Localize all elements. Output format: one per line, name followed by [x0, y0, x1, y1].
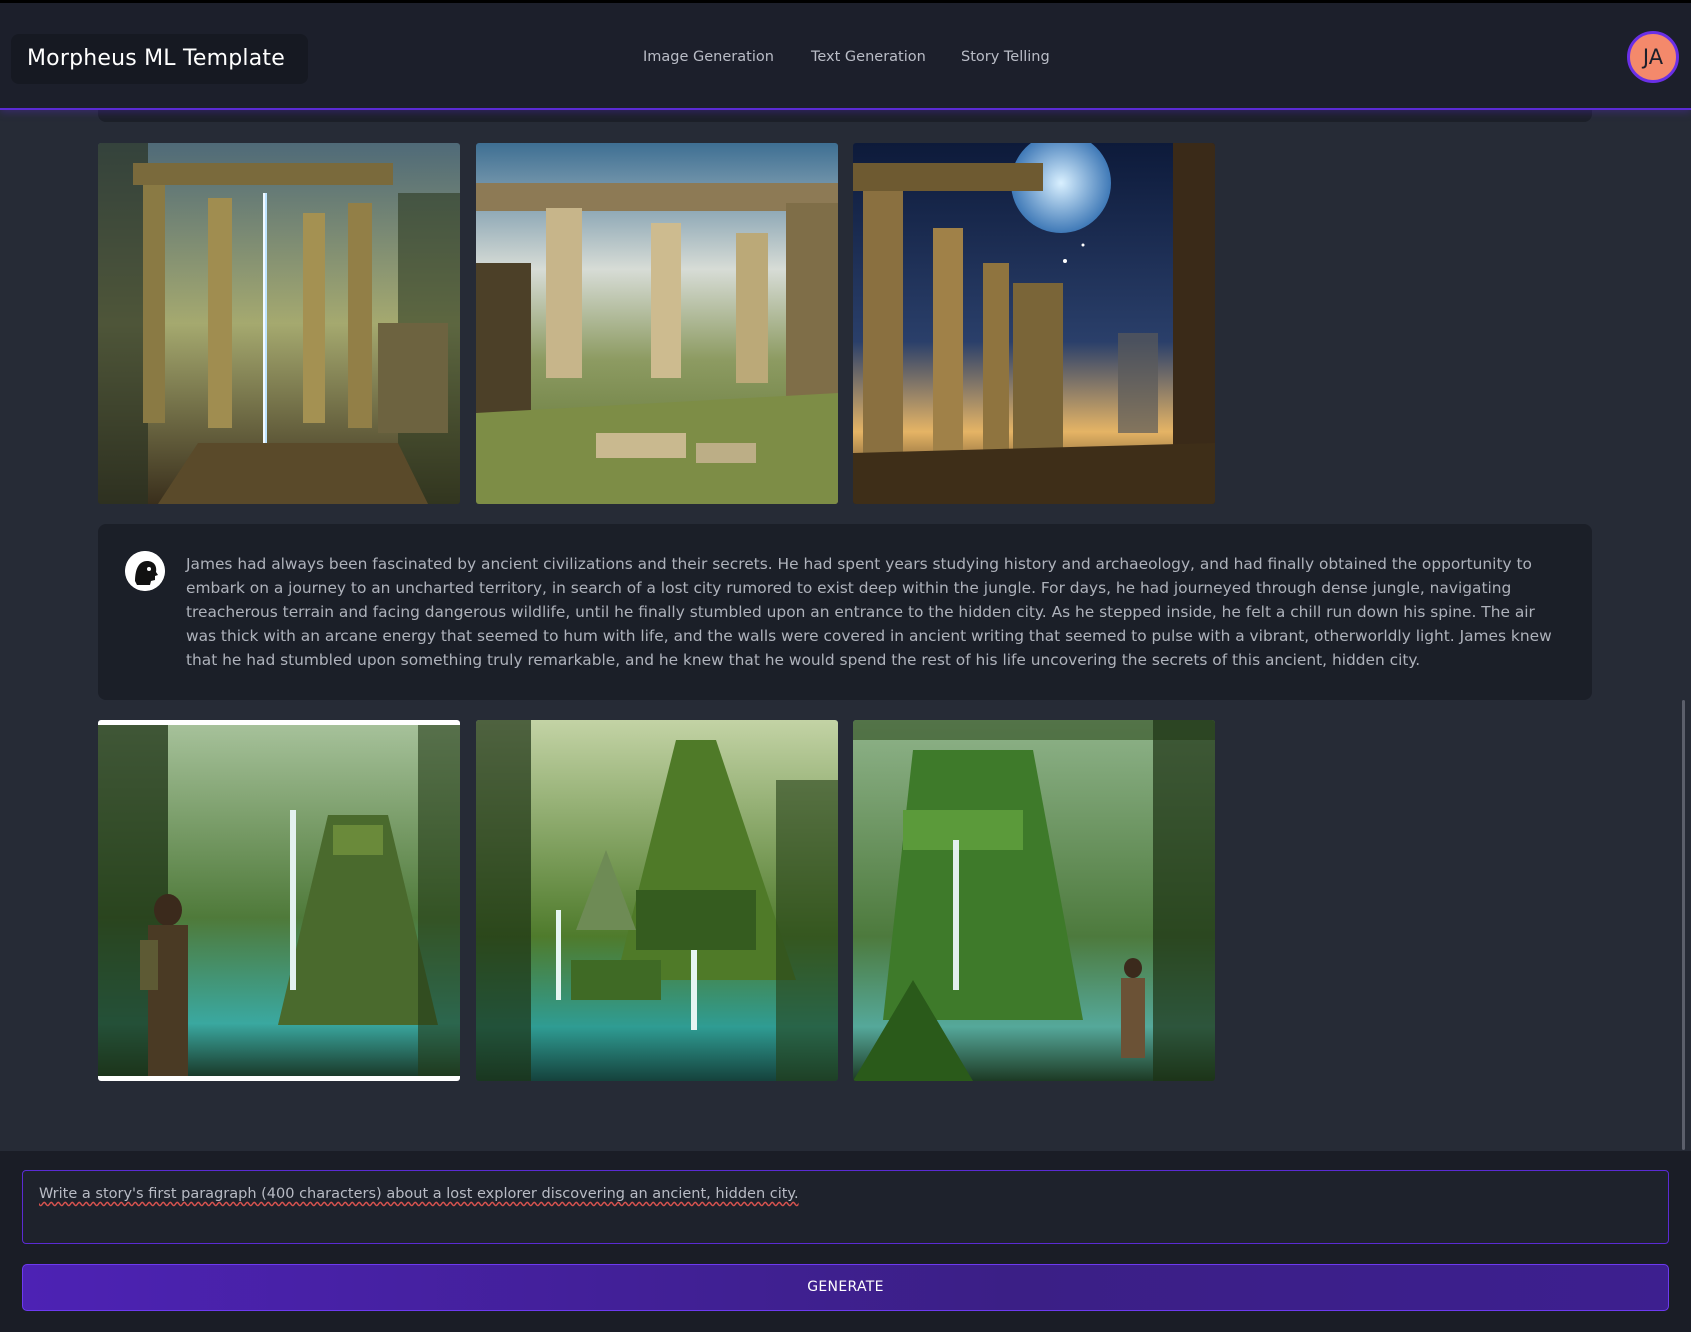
nav-image-generation[interactable]: Image Generation	[643, 49, 774, 65]
ruins-temple-waterfall-image[interactable]	[98, 143, 460, 504]
story-message-card: James had always been fascinated by anci…	[98, 524, 1592, 700]
jungle-pyramid-explorer-image[interactable]	[98, 720, 460, 1081]
ruins-moon-night-image[interactable]	[853, 143, 1215, 504]
jungle-ruins-explorer-image[interactable]	[853, 720, 1215, 1081]
prompt-text: Write a story's first paragraph (400 cha…	[39, 1186, 799, 1202]
bot-avatar-icon	[125, 551, 165, 591]
story-text: James had always been fascinated by anci…	[186, 555, 1552, 669]
user-avatar[interactable]: JA	[1627, 31, 1679, 83]
ruins-colonnade-image[interactable]	[476, 143, 838, 504]
generate-button[interactable]: GENERATE	[22, 1264, 1669, 1311]
prompt-input[interactable]: Write a story's first paragraph (400 cha…	[22, 1170, 1669, 1244]
jungle-temple-waterfall-image[interactable]	[476, 720, 838, 1081]
page-scrollbar[interactable]	[1682, 700, 1685, 1150]
top-navbar: Morpheus ML Template Image Generation Te…	[0, 0, 1691, 110]
nav-story-telling[interactable]: Story Telling	[961, 49, 1050, 65]
main-nav: Image Generation Text Generation Story T…	[0, 49, 1691, 71]
nav-text-generation[interactable]: Text Generation	[811, 49, 926, 65]
